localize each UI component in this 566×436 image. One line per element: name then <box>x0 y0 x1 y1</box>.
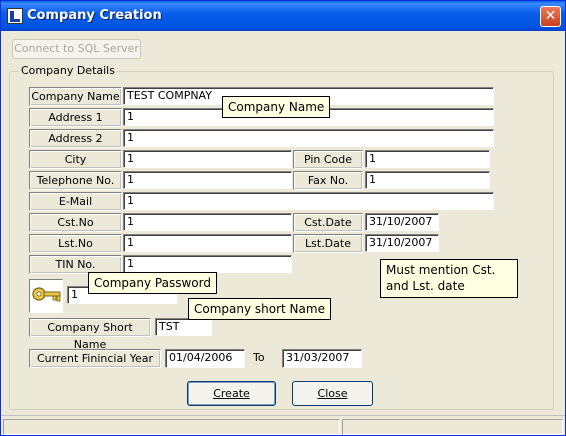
city-input[interactable]: 1 <box>123 150 292 168</box>
fax-label: Fax No. <box>293 171 363 190</box>
status-panel-right <box>342 419 563 435</box>
lst-no-input[interactable]: 1 <box>123 234 292 252</box>
company-details-group-label: Company Details <box>19 64 117 77</box>
pin-code-input[interactable]: 1 <box>365 150 490 168</box>
email-input[interactable]: 1 <box>123 192 494 210</box>
cst-date-label: Cst.Date <box>293 213 363 232</box>
lst-date-input[interactable]: 31/10/2007 <box>365 234 439 252</box>
close-button[interactable]: Close <box>292 381 373 406</box>
cst-no-label: Cst.No <box>29 213 122 232</box>
financial-year-from-input[interactable]: 01/04/2006 <box>165 349 245 368</box>
lst-date-label: Lst.Date <box>293 234 363 253</box>
lst-no-label: Lst.No <box>29 234 122 253</box>
company-short-name-label: Company Short Name <box>29 318 151 351</box>
financial-year-to-input[interactable]: 31/03/2007 <box>282 349 362 368</box>
window-title: Company Creation <box>27 8 162 23</box>
company-password-tooltip: Company Password <box>88 272 217 294</box>
company-creation-window: Company Creation ✕ Connect to SQL Server… <box>0 0 566 436</box>
company-short-name-input[interactable]: TST <box>155 318 212 336</box>
cst-no-input[interactable]: 1 <box>123 213 292 231</box>
company-name-label: Company Name <box>29 87 122 106</box>
email-label: E-Mail <box>29 192 122 211</box>
address2-label: Address 2 <box>29 129 122 148</box>
create-button[interactable]: Create <box>187 381 276 406</box>
city-label: City <box>29 150 122 169</box>
app-icon <box>7 8 23 24</box>
fax-input[interactable]: 1 <box>365 171 490 189</box>
pin-code-label: Pin Code <box>293 150 363 169</box>
tin-no-input[interactable]: 1 <box>123 255 292 273</box>
company-name-tooltip: Company Name <box>222 96 331 118</box>
dates-tooltip: Must mention Cst. and Lst. date <box>380 259 518 298</box>
telephone-input[interactable]: 1 <box>123 171 292 189</box>
title-bar[interactable]: Company Creation ✕ <box>1 1 565 31</box>
cst-date-input[interactable]: 31/10/2007 <box>365 213 439 231</box>
financial-year-label: Current Finincial Year <box>29 349 161 368</box>
close-window-button[interactable]: ✕ <box>540 6 561 27</box>
key-icon <box>29 279 63 313</box>
telephone-label: Telephone No. <box>29 171 122 190</box>
address2-input[interactable]: 1 <box>123 129 494 147</box>
company-short-name-tooltip: Company short Name <box>188 298 331 320</box>
connect-sql-server-button[interactable]: Connect to SQL Server <box>12 39 141 59</box>
address1-label: Address 1 <box>29 108 122 127</box>
financial-year-to-label: To <box>253 351 265 364</box>
status-bar <box>1 415 565 435</box>
status-panel-left <box>3 419 340 435</box>
